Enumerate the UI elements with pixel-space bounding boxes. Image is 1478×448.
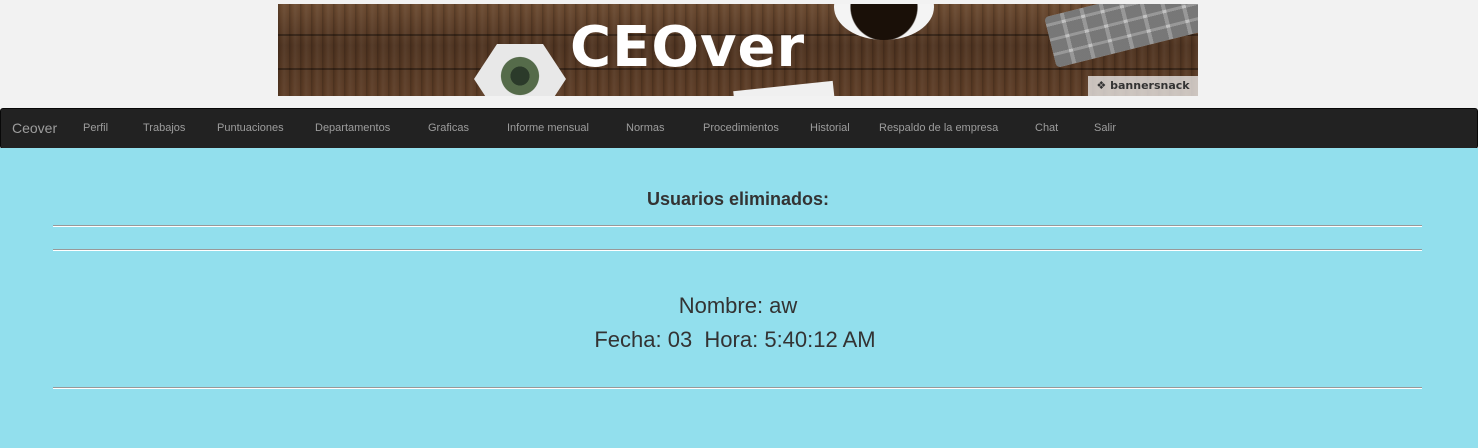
nav-item-trabajos[interactable]: Trabajos xyxy=(143,109,185,148)
top-navbar: Ceover Perfil Trabajos Puntuaciones Depa… xyxy=(0,108,1478,149)
succulent-graphic xyxy=(496,56,544,96)
navbar-brand[interactable]: Ceover xyxy=(12,109,57,148)
nav-item-departamentos[interactable]: Departamentos xyxy=(315,109,390,148)
nav-item-informe-mensual[interactable]: Informe mensual xyxy=(507,109,589,148)
nav-item-procedimientos[interactable]: Procedimientos xyxy=(703,109,779,148)
deleted-user-name: Nombre: aw xyxy=(678,293,798,318)
paper-graphic xyxy=(733,80,835,96)
nav-item-chat[interactable]: Chat xyxy=(1035,109,1058,148)
divider xyxy=(53,387,1422,389)
deleted-user-datetime: Fecha: 03 Hora: 5:40:12 AM xyxy=(594,327,876,352)
banner-area: CEOver bannersnack xyxy=(0,0,1478,108)
banner-image[interactable]: CEOver bannersnack xyxy=(278,4,1198,96)
nav-item-graficas[interactable]: Graficas xyxy=(428,109,469,148)
main-content: Usuarios eliminados: Nombre: aw Fecha: 0… xyxy=(0,148,1478,448)
bannersnack-badge[interactable]: bannersnack xyxy=(1088,76,1198,96)
divider xyxy=(53,225,1422,227)
nav-item-normas[interactable]: Normas xyxy=(626,109,665,148)
keyboard-graphic xyxy=(1044,4,1198,68)
nav-item-historial[interactable]: Historial xyxy=(810,109,850,148)
banner-logo-text: CEOver xyxy=(570,15,806,80)
page-title: Usuarios eliminados: xyxy=(646,189,830,209)
nav-item-puntuaciones[interactable]: Puntuaciones xyxy=(217,109,284,148)
nav-item-respaldo[interactable]: Respaldo de la empresa xyxy=(879,109,998,148)
nav-item-perfil[interactable]: Perfil xyxy=(83,109,108,148)
nav-item-salir[interactable]: Salir xyxy=(1094,109,1116,148)
divider xyxy=(53,249,1422,251)
